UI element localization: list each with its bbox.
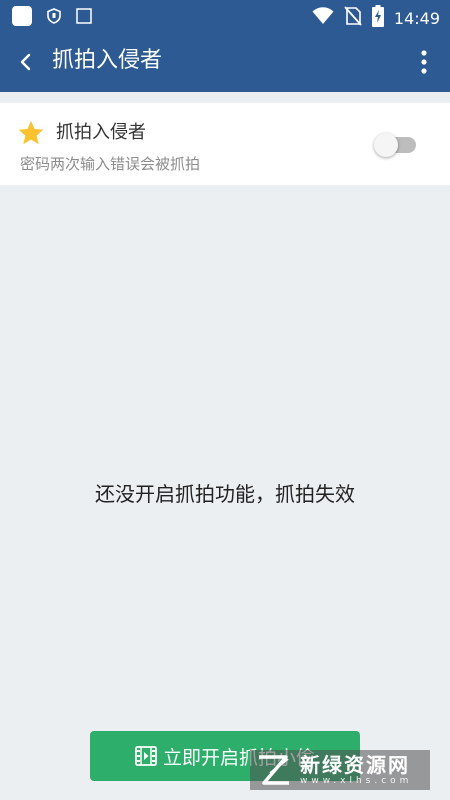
status-time: 14:49 bbox=[393, 8, 440, 28]
setting-subtitle: 密码两次输入错误会被抓拍 bbox=[20, 155, 201, 173]
setting-title: 抓拍入侵者 bbox=[56, 122, 146, 143]
watermark-text: 新绿资源网 bbox=[300, 752, 410, 777]
empty-state-message: 还没开启抓拍功能，抓拍失效 bbox=[95, 482, 355, 506]
shield-icon bbox=[46, 8, 62, 24]
app-bar: 抓拍入侵者 bbox=[0, 32, 450, 92]
watermark-logo-icon bbox=[256, 753, 292, 787]
a-letter-icon bbox=[76, 8, 92, 24]
app-square-icon bbox=[12, 6, 32, 26]
watermark: 新绿资源网 www.xlhs.com bbox=[250, 750, 430, 790]
no-sim-icon bbox=[344, 6, 362, 30]
watermark-text-group: 新绿资源网 www.xlhs.com bbox=[300, 755, 412, 786]
wifi-icon bbox=[312, 7, 334, 29]
intruder-capture-toggle[interactable] bbox=[374, 133, 416, 157]
status-bar: 14:49 bbox=[0, 0, 450, 32]
page-title: 抓拍入侵者 bbox=[52, 48, 163, 73]
battery-charging-icon bbox=[371, 5, 384, 31]
more-vert-icon[interactable] bbox=[408, 44, 440, 80]
toggle-knob bbox=[374, 133, 398, 157]
watermark-url: www.xlhs.com bbox=[300, 775, 413, 786]
star-icon bbox=[17, 119, 45, 147]
film-icon bbox=[135, 746, 157, 766]
status-bar-right-icons: 14:49 bbox=[312, 5, 440, 31]
status-bar-left-icons bbox=[12, 6, 92, 26]
back-arrow-icon[interactable] bbox=[10, 46, 42, 78]
